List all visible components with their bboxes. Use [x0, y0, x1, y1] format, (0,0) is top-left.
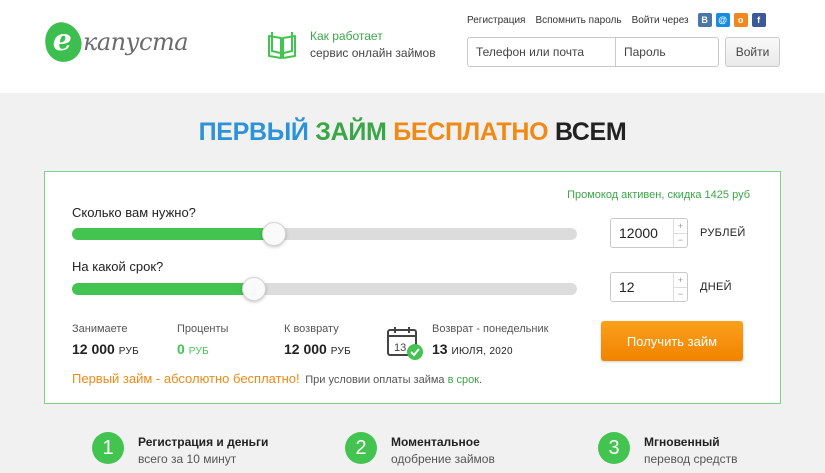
- step-subtitle: перевод средств: [644, 452, 738, 466]
- facebook-icon[interactable]: f: [751, 13, 766, 27]
- amount-value: 12000: [619, 225, 658, 241]
- return-summary: К возврату 12 000 РУБ: [284, 323, 351, 357]
- return-day: 13: [432, 341, 448, 357]
- return-value: 12 000: [284, 341, 327, 357]
- term-input[interactable]: 12 + −: [610, 272, 688, 302]
- term-increment-button[interactable]: +: [674, 273, 687, 287]
- step-2: 2 Моментальное одобрение займов: [345, 432, 495, 468]
- step-subtitle: всего за 10 минут: [138, 452, 237, 466]
- term-slider[interactable]: [72, 277, 577, 301]
- free-loan-note: Первый займ - абсолютно бесплатно! При у…: [72, 371, 482, 386]
- headline-part1: ПЕРВЫЙ: [198, 118, 309, 146]
- login-via-label: Войти через: [631, 14, 689, 26]
- amount-increment-button[interactable]: +: [674, 219, 687, 233]
- borrow-value: 12 000: [72, 341, 115, 357]
- term-slider-fill: [72, 283, 254, 295]
- borrow-currency: РУБ: [118, 346, 139, 357]
- step-title: Мгновенный: [644, 435, 720, 449]
- promo-status: Промокод активен, скидка 1425 руб: [567, 189, 750, 201]
- return-date: Возврат - понедельник 13 ИЮЛЯ, 2020: [432, 323, 548, 357]
- amount-unit: РУБЛЕЙ: [700, 227, 746, 239]
- amount-decrement-button[interactable]: −: [674, 232, 687, 248]
- headline-part3: БЕСПЛАТНО: [393, 118, 549, 146]
- vk-icon[interactable]: В: [697, 13, 712, 27]
- step-number: 3: [598, 432, 630, 464]
- condition-text: При условии оплаты займа: [305, 374, 445, 386]
- term-decrement-button[interactable]: −: [674, 286, 687, 302]
- amount-slider[interactable]: [72, 222, 577, 246]
- borrow-title: Занимаете: [72, 323, 128, 335]
- percent-title: Проценты: [177, 323, 229, 335]
- ok-icon[interactable]: о: [733, 13, 748, 27]
- term-slider-handle[interactable]: [241, 277, 266, 301]
- step-number: 1: [92, 432, 124, 464]
- step-subtitle: одобрение займов: [391, 452, 495, 466]
- amount-input[interactable]: 12000 + −: [610, 218, 688, 248]
- logo-text: капуста: [83, 28, 189, 56]
- login-form: [467, 37, 719, 67]
- return-currency: РУБ: [330, 346, 351, 357]
- amount-label: Сколько вам нужно?: [72, 205, 196, 220]
- step-1: 1 Регистрация и деньги всего за 10 минут: [92, 432, 268, 468]
- step-title: Моментальное: [391, 435, 480, 449]
- logo[interactable]: е капуста: [39, 17, 189, 67]
- site-header: е капуста Как работает сервис онлайн зай…: [0, 0, 825, 93]
- logo-badge: е: [39, 17, 87, 67]
- percent-currency: РУБ: [188, 346, 209, 357]
- step-3: 3 Мгновенный перевод средств: [598, 432, 737, 468]
- how-line2: сервис онлайн займов: [310, 46, 436, 60]
- top-links: Регистрация Вспомнить пароль Войти через…: [467, 13, 766, 27]
- loan-calculator: Промокод активен, скидка 1425 руб Скольк…: [44, 171, 781, 404]
- term-unit: ДНЕЙ: [700, 281, 732, 293]
- step-number: 2: [345, 432, 377, 464]
- return-date-title: Возврат - понедельник: [432, 323, 549, 335]
- page-title: ПЕРВЫЙ ЗАЙМ БЕСПЛАТНО ВСЕМ: [0, 118, 825, 147]
- term-label: На какой срок?: [72, 259, 164, 274]
- step-title: Регистрация и деньги: [138, 435, 269, 449]
- mail-icon[interactable]: @: [715, 13, 730, 27]
- login-button[interactable]: Войти: [725, 37, 780, 67]
- register-link[interactable]: Регистрация: [467, 15, 525, 26]
- get-loan-button[interactable]: Получить займ: [601, 321, 743, 361]
- calendar-icon: 13: [387, 327, 423, 360]
- percent-value: 0: [177, 341, 185, 357]
- how-it-works-link[interactable]: Как работает сервис онлайн займов: [266, 28, 436, 62]
- phone-input[interactable]: [468, 38, 616, 66]
- calendar-day: 13: [394, 342, 406, 354]
- free-loan-text: Первый займ - абсолютно бесплатно!: [72, 371, 300, 386]
- percent-summary: Проценты 0 РУБ: [177, 323, 228, 357]
- term-value: 12: [619, 279, 635, 295]
- book-icon: [268, 32, 296, 59]
- headline-part2: ЗАЙМ: [315, 118, 387, 146]
- amount-slider-handle[interactable]: [262, 222, 286, 246]
- return-title: К возврату: [284, 323, 339, 335]
- how-line1: Как работает: [310, 29, 383, 43]
- remember-password-link[interactable]: Вспомнить пароль: [535, 15, 621, 26]
- condition-end: .: [479, 374, 483, 386]
- amount-slider-fill: [72, 228, 274, 240]
- return-month-year: ИЮЛЯ, 2020: [451, 346, 513, 357]
- headline-part4: ВСЕМ: [554, 118, 627, 146]
- password-input[interactable]: [616, 38, 718, 66]
- condition-link[interactable]: в срок: [448, 374, 479, 386]
- borrow-summary: Занимаете 12 000 РУБ: [72, 323, 139, 357]
